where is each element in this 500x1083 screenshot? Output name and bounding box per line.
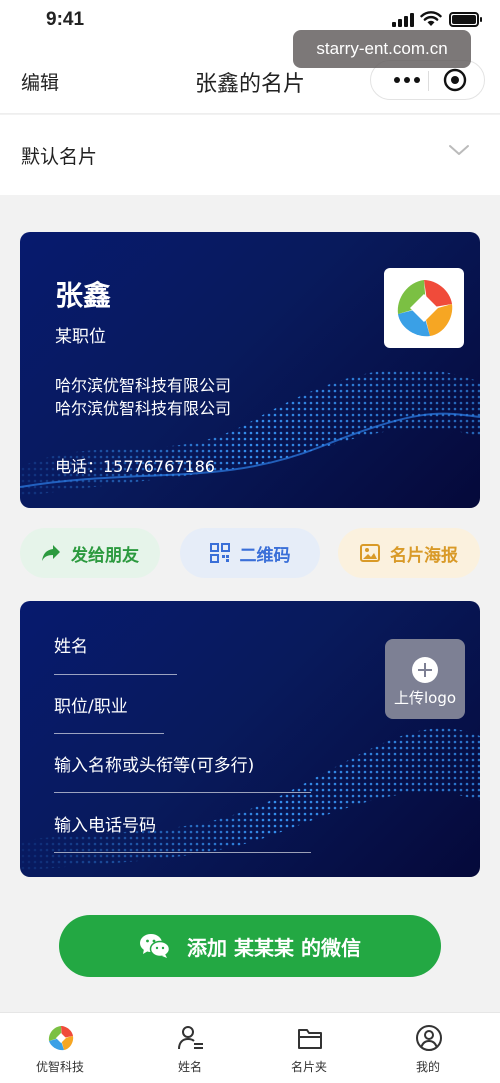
card-name: 张鑫 [55,279,112,312]
tab-mine[interactable]: 我的 [368,1013,488,1083]
tab-label: 我的 [415,1060,440,1074]
tab-bar: 优智科技 姓名 名片夹 我的 [0,1012,500,1083]
watermark: starry-ent.com.cn [293,30,471,68]
tab-label: 名片夹 [290,1060,327,1074]
wechat-icon [140,934,171,958]
tab-home[interactable]: 优智科技 [0,1013,120,1083]
qrcode-label: 二维码 [239,545,291,566]
card-phone[interactable]: 电话：15776767186 [55,453,215,477]
default-card-selector[interactable]: 默认名片 [0,115,500,195]
brand-logo-icon [48,1026,74,1051]
card-position: 某职位 [55,327,106,347]
edit-button[interactable]: 编辑 [21,68,59,95]
phone-field[interactable]: 输入电话号码 [54,811,156,836]
tab-label: 优智科技 [35,1060,84,1074]
capsule-divider [428,71,429,91]
share-to-friend-button[interactable]: 发给朋友 [20,528,160,578]
plus-icon [412,657,438,683]
name-field[interactable]: 姓名 [54,632,88,657]
chevron-down-icon [449,145,469,155]
phone-field-underline [54,852,311,853]
card-edit-form: 姓名 职位/职业 输入名称或头衔等(可多行) 输入电话号码 上传logo [20,601,480,877]
tab-name[interactable]: 姓名 [130,1013,250,1083]
brand-logo-icon [397,280,453,337]
default-card-label: 默认名片 [21,146,98,168]
wifi-icon [420,11,442,26]
name-field-underline [54,674,177,675]
close-target-icon[interactable] [443,68,467,92]
upload-logo-label: 上传logo [393,689,457,707]
company-logo [384,268,464,348]
share-arrow-icon [42,545,60,561]
status-time: 9:41 [46,9,85,30]
card-poster-button[interactable]: 名片海报 [338,528,480,578]
add-wechat-label: 添加 某某某 的微信 [187,935,361,960]
position-field[interactable]: 职位/职业 [54,692,128,717]
tab-card-holder[interactable]: 名片夹 [249,1013,369,1083]
card-company-line-2: 哈尔滨优智科技有限公司 [55,399,232,418]
qrcode-icon [209,543,230,563]
poster-label: 名片海报 [390,545,458,566]
battery-icon [449,12,482,27]
position-field-underline [54,733,164,734]
folder-icon [298,1029,322,1049]
company-field[interactable]: 输入名称或头衔等(可多行) [54,751,254,776]
image-icon [360,544,380,562]
business-card: 张鑫 某职位 哈尔滨优智科技有限公司 哈尔滨优智科技有限公司 电话：157767… [20,232,480,508]
user-circle-icon [416,1025,442,1051]
person-icon [178,1026,203,1050]
share-label: 发给朋友 [71,545,139,566]
card-company-line-1: 哈尔滨优智科技有限公司 [55,376,232,395]
qrcode-button[interactable]: 二维码 [180,528,320,578]
tab-label: 姓名 [177,1060,202,1074]
company-field-underline [54,792,311,793]
signal-icon [392,13,414,27]
upload-logo-button[interactable]: 上传logo [385,639,465,719]
add-wechat-button[interactable]: 添加 某某某 的微信 [59,915,441,977]
